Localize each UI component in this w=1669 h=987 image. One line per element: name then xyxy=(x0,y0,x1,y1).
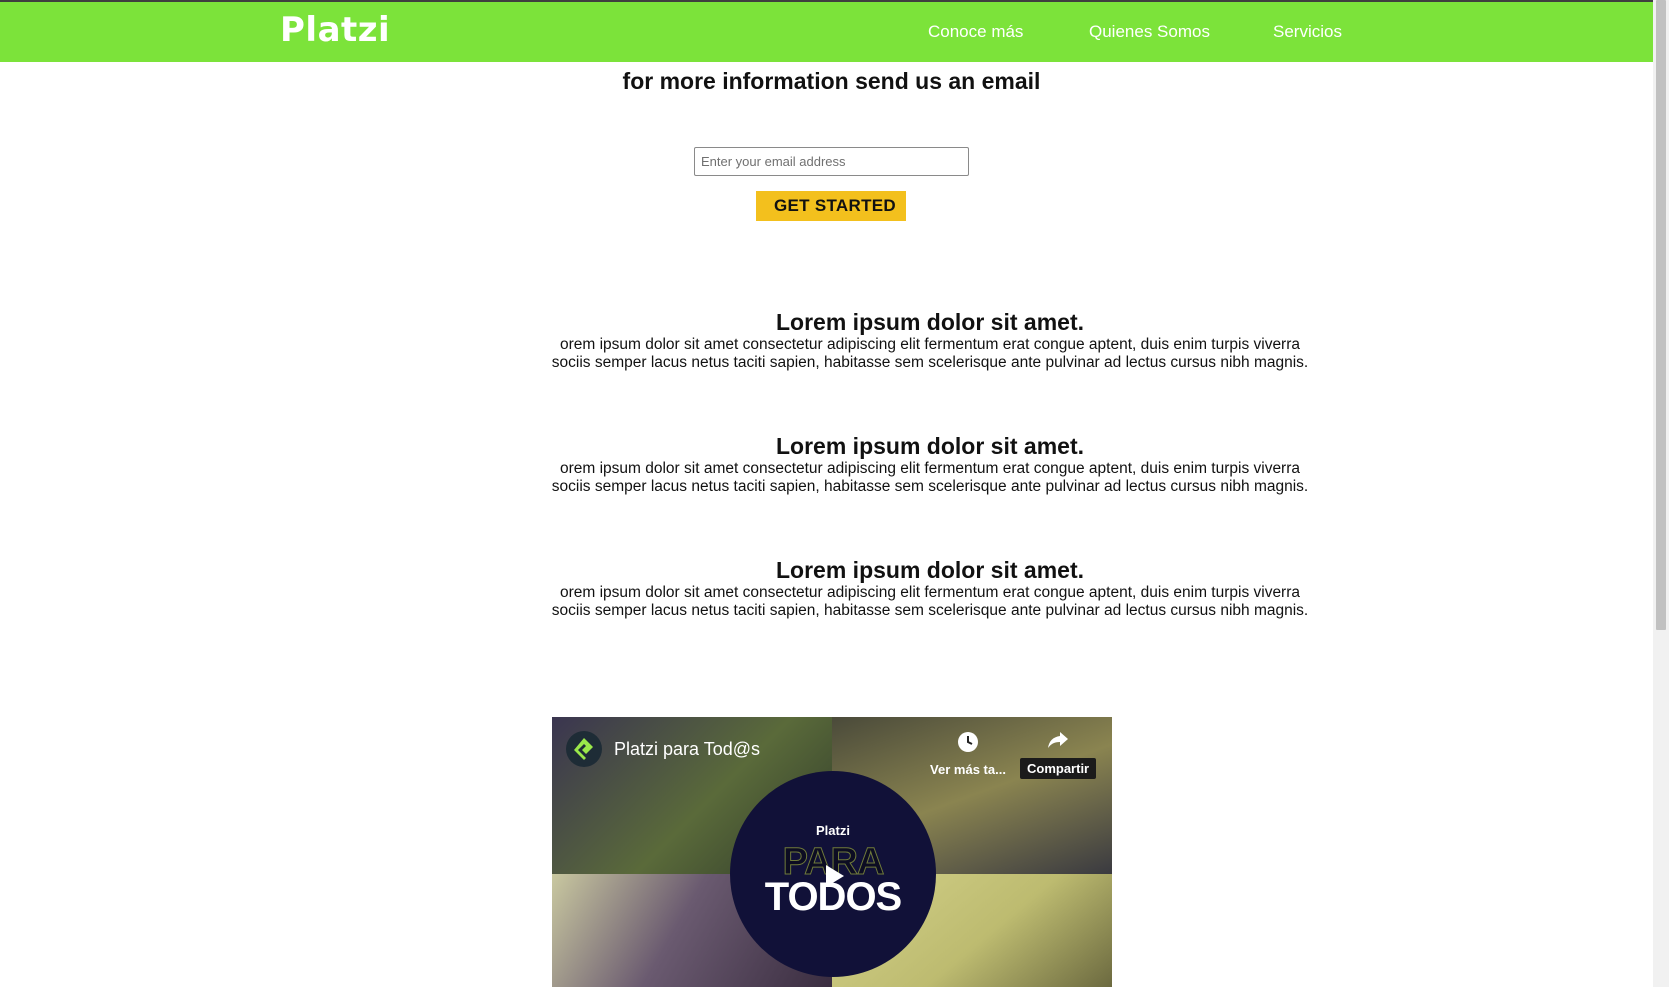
share-arrow-icon xyxy=(1046,732,1070,755)
nav-link-conoce-mas[interactable]: Conoce más xyxy=(928,22,1023,42)
platzi-logo-icon[interactable] xyxy=(566,731,602,767)
feature-text-line: orem ipsum dolor sit amet consectetur ad… xyxy=(559,584,1301,601)
feature-text-line: orem ipsum dolor sit amet consectetur ad… xyxy=(559,460,1301,477)
feature-text-line: sociis semper lacus netus taciti sapien,… xyxy=(551,354,1309,371)
feature-item: Lorem ipsum dolor sit amet. orem ipsum d… xyxy=(530,557,1330,620)
top-navbar: Platzi Conoce más Quienes Somos Servicio… xyxy=(0,0,1653,62)
feature-title: Lorem ipsum dolor sit amet. xyxy=(776,433,1084,459)
share-button[interactable]: Compartir xyxy=(1020,729,1097,779)
scrollbar-thumb[interactable] xyxy=(1656,0,1666,630)
email-field[interactable] xyxy=(694,147,969,176)
feature-text-line: sociis semper lacus netus taciti sapien,… xyxy=(551,602,1309,619)
video-title[interactable]: Platzi para Tod@s xyxy=(614,739,760,760)
platzi-logo[interactable]: Platzi xyxy=(280,10,390,50)
play-button[interactable]: Platzi PARA TODOS xyxy=(730,771,936,977)
feature-text-line: orem ipsum dolor sit amet consectetur ad… xyxy=(559,336,1301,353)
get-started-button[interactable]: GET STARTED xyxy=(756,191,906,221)
feature-item: Lorem ipsum dolor sit amet. orem ipsum d… xyxy=(530,309,1330,372)
vertical-scrollbar[interactable] xyxy=(1653,0,1669,987)
page: Platzi Conoce más Quienes Somos Servicio… xyxy=(0,0,1669,987)
feature-text-line: sociis semper lacus netus taciti sapien,… xyxy=(551,478,1309,495)
contact-heading: for more information send us an email xyxy=(622,68,1041,94)
clock-icon xyxy=(957,732,979,757)
thumbnail-brand: Platzi xyxy=(816,823,850,838)
feature-item: Lorem ipsum dolor sit amet. orem ipsum d… xyxy=(530,433,1330,496)
play-icon xyxy=(826,865,844,887)
watch-later-button[interactable]: Ver más ta... xyxy=(928,731,1008,777)
nav-link-servicios[interactable]: Servicios xyxy=(1273,22,1342,42)
watch-later-label: Ver más ta... xyxy=(930,762,1006,777)
nav-link-quienes-somos[interactable]: Quienes Somos xyxy=(1089,22,1210,42)
share-label: Compartir xyxy=(1020,758,1097,779)
feature-title: Lorem ipsum dolor sit amet. xyxy=(776,557,1084,583)
embedded-video-player[interactable]: Platzi para Tod@s Ver más ta... Comparti… xyxy=(552,717,1112,987)
feature-title: Lorem ipsum dolor sit amet. xyxy=(776,309,1084,335)
